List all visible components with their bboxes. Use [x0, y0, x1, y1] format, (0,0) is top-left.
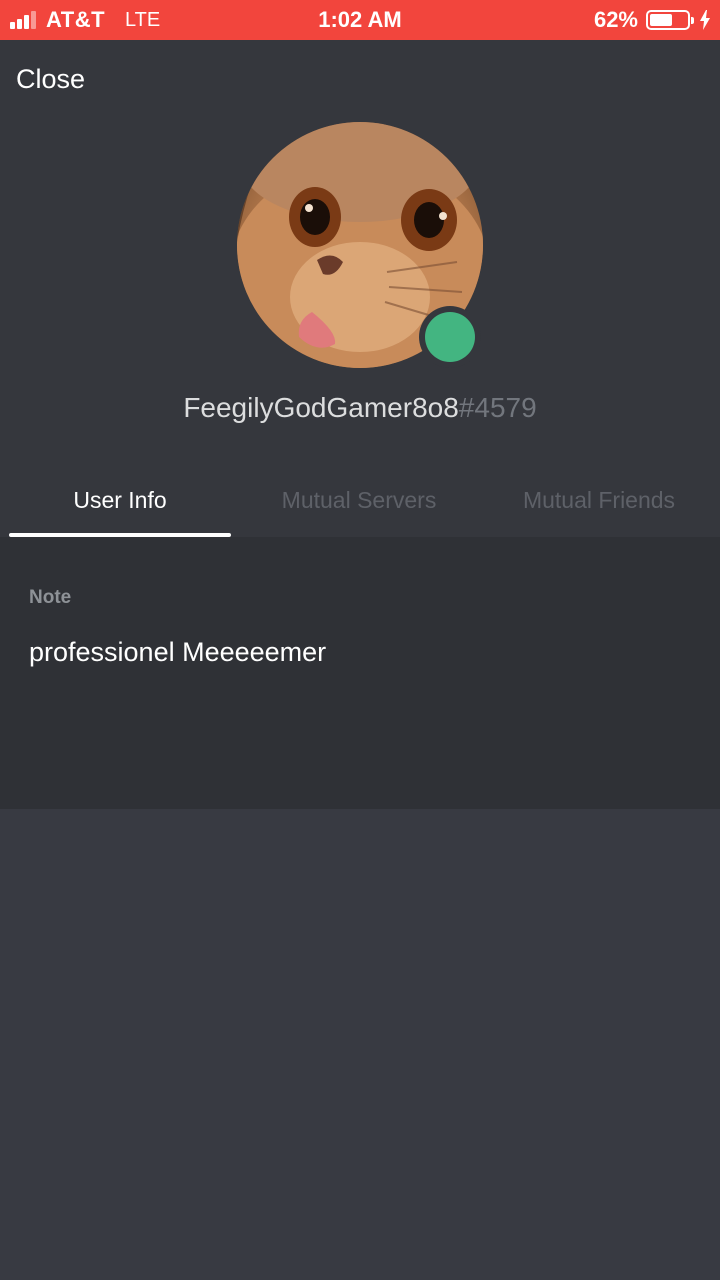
status-bar-right: 62%: [594, 0, 710, 40]
battery-percent: 62%: [593, 7, 638, 32]
username: FeegilyGodGamer8o8: [183, 392, 459, 423]
empty-content-area: [0, 809, 720, 1280]
charging-bolt-icon: [700, 10, 710, 30]
tab-mutual-friends[interactable]: Mutual Friends: [488, 470, 710, 530]
note-label: Note: [29, 587, 72, 608]
username-line: FeegilyGodGamer8o8#4579: [0, 392, 720, 424]
tab-user-info[interactable]: User Info: [9, 470, 231, 530]
status-bar: AT&T LTE 1:02 AM 62%: [0, 0, 720, 40]
note-field[interactable]: professionel Meeeeemer: [29, 637, 326, 668]
tab-divider: [0, 537, 720, 557]
battery-fill: [650, 14, 672, 26]
close-button[interactable]: Close: [16, 64, 85, 95]
battery-icon: [646, 10, 694, 30]
profile-tabs: User Info Mutual Servers Mutual Friends: [0, 470, 720, 537]
user-discriminator: #4579: [458, 392, 537, 423]
tab-mutual-servers[interactable]: Mutual Servers: [248, 470, 470, 530]
online-status-icon: [425, 312, 475, 362]
note-panel: Note professionel Meeeeemer: [0, 557, 720, 809]
